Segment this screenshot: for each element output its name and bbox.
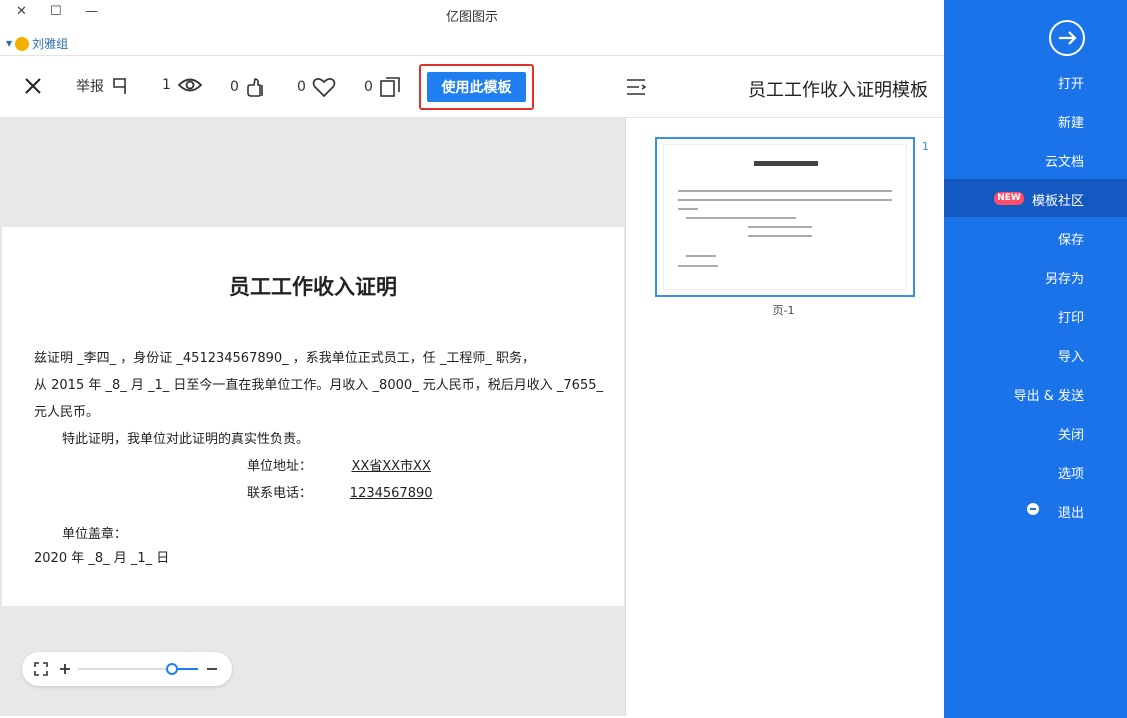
sidebar-item-label: 保存	[1057, 233, 1084, 248]
copy-button[interactable]: 0	[364, 76, 401, 98]
phone-label: 联系电话：	[247, 486, 313, 501]
thumbnail-content-preview	[678, 161, 892, 267]
sidebar-item-label: 导出 & 发送	[1013, 389, 1084, 404]
sidebar-item-cloud-docs[interactable]: 云文档	[944, 140, 1127, 178]
vip-badge-icon	[15, 36, 30, 51]
sidebar-item-label: 打开	[1057, 77, 1084, 92]
document-title: 员工工作收入证明	[229, 275, 397, 299]
sidebar-item-label: 新建	[1057, 116, 1084, 131]
likes-count: 0	[230, 79, 239, 95]
zoom-control	[22, 652, 232, 686]
template-toolbar: 举报 1 0 0 0 使用此模板 员工工作收入证明模板	[0, 56, 944, 118]
preview-canvas[interactable]: 员工工作收入证明 兹证明 _李四_ ，身份证 _451234567890_ ，系…	[0, 118, 625, 716]
use-template-highlight: 使用此模板	[419, 64, 534, 110]
document-page: 员工工作收入证明 兹证明 _李四_ ，身份证 _451234567890_ ，系…	[2, 227, 624, 606]
sidebar-item-open[interactable]: 打开	[944, 62, 1127, 100]
phone-value: 1234567890	[349, 486, 433, 501]
user-menu[interactable]: ▼ 刘雅组	[6, 35, 68, 52]
sidebar-item-label: 云文档	[1044, 155, 1084, 170]
document-line-3: 元人民币。	[34, 405, 100, 420]
seal-label: 单位盖章：	[62, 527, 128, 542]
report-flag-icon	[113, 78, 126, 94]
views-counter: 1	[162, 76, 203, 94]
sidebar-item-label: 选项	[1057, 467, 1084, 482]
thumbnail-number: 1	[922, 140, 929, 153]
dropdown-arrow-icon: ▼	[6, 39, 13, 48]
address-label: 单位地址：	[247, 459, 313, 474]
template-title: 员工工作收入证明模板	[748, 80, 928, 101]
zoom-in-icon[interactable]	[59, 663, 71, 675]
sidebar-item-label: 导入	[1057, 350, 1084, 365]
document-line-2: 从 2015 年 _8_ 月 _1_ 日至今一直在我单位工作。月收入 _8000…	[34, 378, 603, 393]
copy-icon	[380, 77, 400, 97]
back-button[interactable]	[1049, 20, 1085, 56]
sidebar-item-export-send[interactable]: 导出 & 发送	[944, 374, 1127, 412]
close-preview-button[interactable]	[24, 77, 42, 95]
new-badge: NEW	[994, 192, 1024, 205]
sidebar-item-label: 模板社区	[1031, 194, 1084, 209]
zoom-slider-track[interactable]	[78, 663, 198, 675]
fit-screen-icon[interactable]	[34, 662, 48, 676]
like-button[interactable]: 0	[230, 76, 267, 98]
sidebar-item-print[interactable]: 打印	[944, 296, 1127, 334]
copies-count: 0	[364, 79, 373, 95]
document-line-1: 兹证明 _李四_ ，身份证 _451234567890_ ，系我单位正式员工，任…	[34, 351, 536, 366]
title-bar: ✕ ☐ — 亿图图示	[0, 0, 944, 30]
thumbnail-preview	[663, 144, 907, 290]
page-thumbnail[interactable]	[655, 137, 915, 297]
use-template-button[interactable]: 使用此模板	[427, 72, 526, 102]
heart-icon	[312, 78, 336, 98]
file-menu-sidebar: 打开 新建 云文档 NEW 模板社区 保存 另存为 打印 导入 导出 & 发送 …	[944, 0, 1127, 718]
sidebar-item-close[interactable]: 关闭	[944, 413, 1127, 451]
sidebar-item-import[interactable]: 导入	[944, 335, 1127, 373]
thumbnail-label: 页-1	[772, 304, 795, 317]
user-bar: ▼ 刘雅组	[0, 30, 944, 56]
sidebar-item-template-community[interactable]: NEW 模板社区	[944, 179, 1127, 217]
address-row: 单位地址： XX省XX市XX	[247, 455, 466, 474]
menu-list-icon[interactable]	[625, 77, 647, 97]
back-arrow-icon	[1059, 31, 1077, 45]
close-icon	[25, 78, 41, 94]
sidebar-item-new[interactable]: 新建	[944, 101, 1127, 139]
sidebar-item-exit[interactable]: 退出	[944, 491, 1127, 529]
sidebar-item-label: 退出	[1057, 506, 1084, 521]
zoom-out-icon[interactable]	[206, 663, 218, 675]
report-label: 举报	[76, 79, 104, 95]
phone-row: 联系电话： 1234567890	[247, 482, 466, 501]
views-count: 1	[162, 77, 171, 93]
report-button[interactable]: 举报	[76, 76, 128, 96]
document-line-4: 特此证明，我单位对此证明的真实性负责。	[62, 432, 310, 447]
window-title: 亿图图示	[445, 10, 498, 25]
sidebar-item-label: 关闭	[1057, 428, 1084, 443]
sidebar-item-options[interactable]: 选项	[944, 452, 1127, 490]
exit-icon	[1027, 503, 1039, 515]
address-value: XX省XX市XX	[351, 459, 431, 474]
sidebar-item-save-as[interactable]: 另存为	[944, 257, 1127, 295]
sidebar-item-label: 打印	[1057, 311, 1084, 326]
sidebar-item-label: 另存为	[1044, 272, 1084, 287]
favorite-button[interactable]: 0	[297, 76, 336, 98]
page-thumbnail-panel: 1 页-1	[625, 118, 944, 716]
user-name: 刘雅组	[32, 37, 69, 51]
eye-icon	[177, 78, 203, 92]
favorites-count: 0	[297, 79, 306, 95]
zoom-slider-thumb[interactable]	[166, 663, 178, 675]
thumb-up-icon	[247, 78, 263, 97]
document-date: 2020 年 _8_ 月 _1_ 日	[34, 551, 170, 566]
sidebar-item-save[interactable]: 保存	[944, 218, 1127, 256]
